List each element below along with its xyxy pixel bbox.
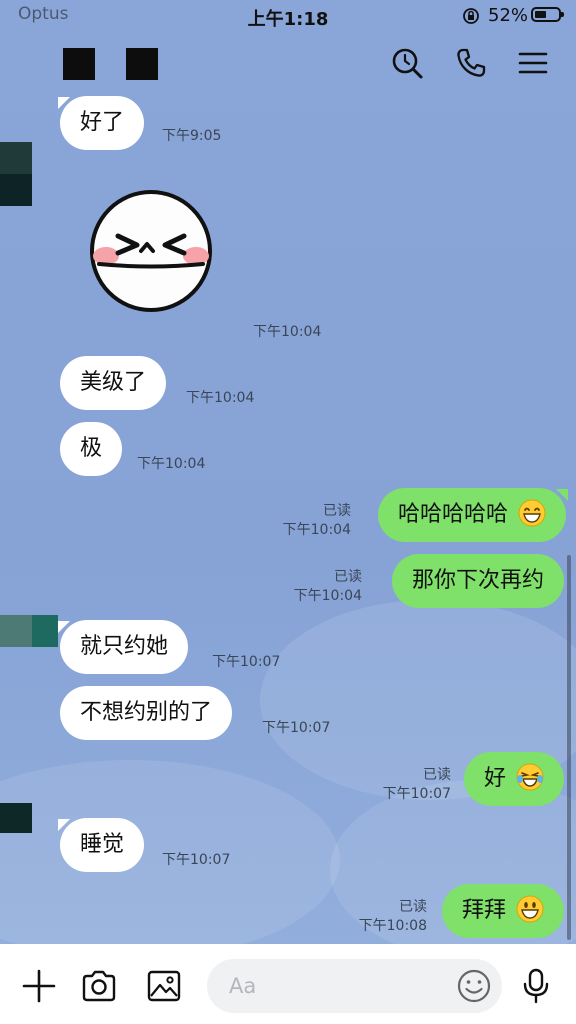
emoji-icon[interactable] bbox=[456, 968, 492, 1004]
message-text: 那你下次再约 bbox=[411, 568, 544, 593]
laughing-face-sticker[interactable] bbox=[85, 189, 217, 313]
message-timestamp: 下午10:04 bbox=[282, 522, 351, 538]
message-timestamp: 下午10:07 bbox=[262, 720, 331, 736]
incoming-message-bubble[interactable]: 美级了 bbox=[60, 356, 167, 410]
message-timestamp: 下午10:04 bbox=[253, 324, 322, 340]
plus-icon[interactable] bbox=[21, 968, 57, 1004]
tears-of-joy-emoji bbox=[516, 763, 544, 791]
phone-icon[interactable] bbox=[454, 46, 488, 80]
image-icon[interactable] bbox=[146, 968, 182, 1004]
outgoing-message-bubble[interactable]: 那你下次再约 bbox=[391, 554, 564, 608]
incoming-message-bubble[interactable]: 不想约别的了 bbox=[60, 686, 233, 740]
message-text: 好了 bbox=[80, 110, 125, 135]
message-timestamp: 下午10:07 bbox=[212, 654, 281, 670]
read-receipt: 已读 bbox=[323, 503, 351, 519]
message-timestamp: 下午10:07 bbox=[382, 786, 451, 802]
search-icon[interactable] bbox=[390, 46, 424, 80]
message-timestamp: 下午10:04 bbox=[186, 390, 255, 406]
menu-icon[interactable] bbox=[516, 46, 550, 80]
avatar[interactable] bbox=[0, 615, 32, 647]
incoming-message-bubble[interactable]: 极 bbox=[60, 422, 123, 476]
outgoing-message-bubble[interactable]: 拜拜 bbox=[441, 884, 564, 938]
message-text: 哈哈哈哈哈 bbox=[397, 502, 508, 527]
message-timestamp: 下午10:08 bbox=[358, 918, 427, 934]
battery-percentage: 52% bbox=[488, 5, 529, 26]
read-receipt: 已读 bbox=[399, 899, 427, 915]
message-text: 拜拜 bbox=[461, 898, 506, 923]
incoming-message-bubble[interactable]: 睡觉 bbox=[60, 818, 145, 872]
avatar[interactable] bbox=[0, 803, 32, 833]
battery-icon bbox=[531, 7, 564, 22]
message-timestamp: 下午9:05 bbox=[162, 128, 222, 144]
incoming-message-bubble[interactable]: 就只约她 bbox=[60, 620, 189, 674]
message-text: 不想约别的了 bbox=[80, 700, 213, 725]
avatar[interactable] bbox=[0, 174, 32, 206]
message-text: 就只约她 bbox=[80, 634, 169, 659]
orientation-lock-icon bbox=[463, 8, 479, 24]
microphone-icon[interactable] bbox=[518, 968, 554, 1004]
redacted-name-block bbox=[63, 48, 95, 80]
message-timestamp: 下午10:04 bbox=[293, 588, 362, 604]
message-text: 极 bbox=[80, 436, 103, 461]
chat-screen: Optus 上午1:18 52% 好了 下午9:05 下午10:04 美级了 下… bbox=[0, 0, 576, 1024]
message-timestamp: 下午10:04 bbox=[137, 456, 206, 472]
message-timestamp: 下午10:07 bbox=[162, 852, 231, 868]
message-text: 美级了 bbox=[80, 370, 147, 395]
avatar[interactable] bbox=[0, 142, 32, 174]
bubble-tail bbox=[556, 489, 568, 501]
outgoing-message-bubble[interactable]: 好 bbox=[463, 752, 564, 806]
read-receipt: 已读 bbox=[423, 767, 451, 783]
camera-icon[interactable] bbox=[81, 968, 117, 1004]
message-text: 睡觉 bbox=[80, 832, 125, 857]
read-receipt: 已读 bbox=[334, 569, 362, 585]
avatar[interactable] bbox=[32, 615, 58, 647]
redacted-name-block bbox=[126, 48, 158, 80]
outgoing-message-bubble[interactable]: 哈哈哈哈哈 bbox=[377, 488, 566, 542]
message-text: 好 bbox=[483, 766, 506, 791]
status-bar: Optus 上午1:18 52% bbox=[0, 0, 576, 32]
grinning-emoji bbox=[518, 499, 546, 527]
composer-bar bbox=[0, 944, 576, 1024]
scrollbar[interactable] bbox=[567, 555, 571, 940]
smiley-emoji bbox=[516, 895, 544, 923]
incoming-message-bubble[interactable]: 好了 bbox=[60, 96, 145, 150]
